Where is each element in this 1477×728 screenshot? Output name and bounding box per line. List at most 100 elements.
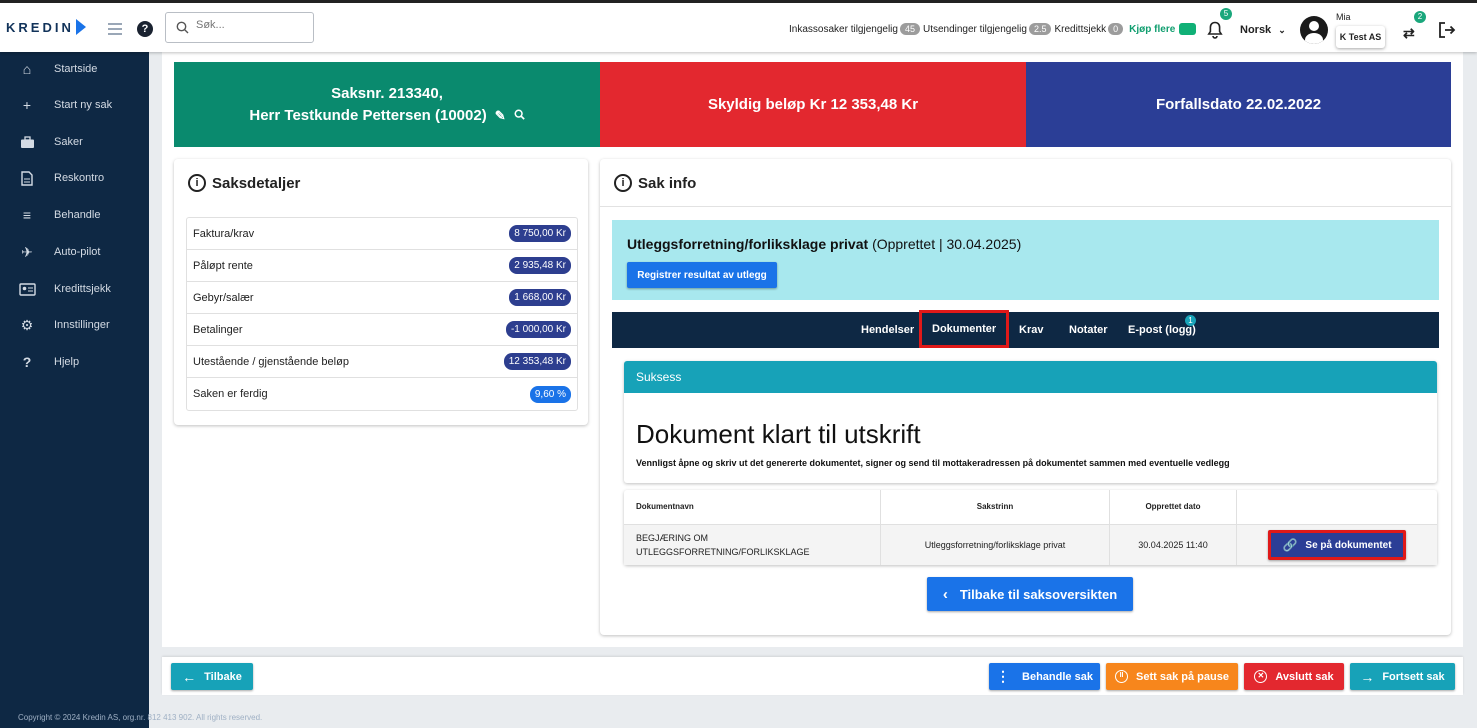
menu-toggle-icon[interactable] xyxy=(108,23,122,38)
success-title: Dokument klart til utskrift xyxy=(636,419,921,449)
back-label: Tilbake xyxy=(204,670,242,683)
sidebar-item-label: Kredittsjekk xyxy=(54,283,111,295)
back-to-overview-label: Tilbake til saksoversikten xyxy=(959,586,1118,602)
detail-row: Påløpt rente 2 935,48 Kr xyxy=(187,250,577,282)
back-button[interactable]: ← Tilbake xyxy=(171,663,253,690)
sidebar-item-settings[interactable]: ⚙ Innstillinger xyxy=(0,310,149,340)
notifications-bell-icon[interactable] xyxy=(1207,21,1223,42)
user-avatar-icon[interactable] xyxy=(1300,16,1328,44)
detail-value-pill: 1 668,00 Kr xyxy=(509,289,571,306)
sidebar-item-help[interactable]: ? Hjelp xyxy=(0,347,149,377)
logout-icon[interactable] xyxy=(1438,21,1456,42)
tab-notes[interactable]: Notater xyxy=(1069,312,1108,348)
case-info-title: i Sak info xyxy=(614,174,696,192)
continue-case-label: Fortsett sak xyxy=(1382,670,1445,683)
pause-case-label: Sett sak på pause xyxy=(1136,670,1229,683)
chevron-down-icon: ⌄ xyxy=(1278,25,1286,35)
id-card-icon xyxy=(0,282,54,296)
switch-account-icon[interactable]: ⇄ xyxy=(1403,25,1415,42)
tab-events[interactable]: Hendelser xyxy=(861,312,914,348)
detail-label: Påløpt rente xyxy=(193,259,253,272)
logo-arrow-icon xyxy=(75,19,86,35)
case-info-card: i Sak info Utleggsforretning/forlikskl­a… xyxy=(600,159,1451,635)
arrow-right-icon: → xyxy=(1360,668,1375,685)
case-info-heading: Sak info xyxy=(638,174,697,192)
sidebar-item-label: Behandle xyxy=(54,209,101,221)
language-select[interactable]: Norsk ⌄ xyxy=(1240,24,1286,36)
sidebar-item-credit-check[interactable]: Kredittsjekk xyxy=(0,274,149,304)
close-case-button[interactable]: ✕ Avslutt sak xyxy=(1244,663,1344,690)
column-header-created-date: Opprettet dato xyxy=(1110,490,1237,524)
continue-case-button[interactable]: → Fortsett sak xyxy=(1350,663,1455,690)
copyright-text: Copyright © 2024 Kredin AS, org.nr. 812 … xyxy=(18,713,263,722)
help-icon[interactable]: ? xyxy=(137,21,153,37)
gear-icon: ⚙ xyxy=(20,316,34,333)
register-result-button[interactable]: Registrer resultat av utlegg xyxy=(627,262,777,288)
buy-more-link[interactable]: Kjøp flere xyxy=(1129,24,1175,35)
detail-label: Gebyr/salær xyxy=(193,291,254,304)
detail-value-pill: -1 000,00 Kr xyxy=(505,321,571,338)
stat-label-collections: Inkassosaker tilgjengelig xyxy=(789,23,898,35)
tab-claims[interactable]: Krav xyxy=(1019,312,1043,348)
case-tabs: Hendelser Dokumenter Krav Notater E-post… xyxy=(612,310,1439,348)
detail-row: Faktura/krav 8 750,00 Kr xyxy=(187,218,577,250)
company-switch-button[interactable]: K Test AS xyxy=(1336,26,1385,48)
sidebar-item-label: Hjelp xyxy=(54,356,80,368)
kredin-logo[interactable]: KREDIN xyxy=(6,19,86,35)
more-vertical-icon: ⋮ xyxy=(996,668,1011,684)
logo-text: KREDIN xyxy=(6,19,74,35)
sidebar-item-process[interactable]: ≡ Behandle xyxy=(0,200,149,230)
sidebar-item-new-case[interactable]: + Start ny sak xyxy=(0,90,149,120)
email-log-badge: 1 xyxy=(1185,315,1196,326)
detail-row: Saken er ferdig 9,60 % xyxy=(187,378,577,410)
document-name-cell: BEGJÆRING OM UTLEGGSFORRETNING/FORLIKSKL… xyxy=(624,524,881,565)
sidebar-item-label: Start ny sak xyxy=(54,99,113,111)
sidebar-item-auto-pilot[interactable]: ✈ Auto-pilot xyxy=(0,237,149,267)
success-message: Vennligst åpne og skriv ut det genererte… xyxy=(636,458,1230,468)
back-to-overview-button[interactable]: ‹ Tilbake til saksoversikten xyxy=(927,577,1133,611)
detail-label: Saken er ferdig xyxy=(193,388,268,400)
sidebar-item-cases[interactable]: Saker xyxy=(0,127,149,157)
airplane-icon: ✈ xyxy=(21,243,33,260)
switch-count-badge: 2 xyxy=(1414,11,1426,23)
sidebar-item-label: Saker xyxy=(54,136,83,148)
cart-icon[interactable] xyxy=(1179,23,1197,35)
amount-banner: Skyldig beløp Kr 12 353,48 Kr xyxy=(600,62,1026,147)
pause-icon: II xyxy=(1115,670,1129,683)
sidebar-item-label: Innstillinger xyxy=(54,319,110,331)
detail-value-pill: 2 935,48 Kr xyxy=(509,257,571,274)
case-details-title: i Saksdetaljer xyxy=(188,174,300,192)
due-date-banner: Forfallsdato 22.02.2022 xyxy=(1026,62,1451,147)
document-icon xyxy=(0,170,54,186)
tab-documents[interactable]: Dokumenter xyxy=(919,310,1010,348)
stat-label-credit-check: Kredittsjekk xyxy=(1054,23,1107,35)
edit-icon[interactable]: ✎ xyxy=(495,105,506,127)
case-step-name: Utleggsforretning/forlikskl­age privat xyxy=(627,236,869,252)
question-icon: ? xyxy=(22,354,32,370)
notifications-count-badge: 5 xyxy=(1220,8,1232,20)
success-panel: Suksess Dokument klart til utskrift Venn… xyxy=(624,361,1437,483)
home-icon: ⌂ xyxy=(22,61,32,77)
debtor-name: Herr Testkunde Pettersen (10002) xyxy=(249,106,487,124)
sidebar-item-label: Auto-pilot xyxy=(54,246,101,258)
pause-case-button[interactable]: II Sett sak på pause xyxy=(1106,663,1238,690)
process-case-button[interactable]: ⋮ Behandle sak xyxy=(989,663,1100,690)
detail-label: Betalinger xyxy=(193,323,243,336)
search-input[interactable] xyxy=(196,19,306,31)
sidebar-item-ledger[interactable]: Reskontro xyxy=(0,163,149,193)
case-details-list: Faktura/krav 8 750,00 Kr Påløpt rente 2 93… xyxy=(186,217,578,411)
search-icon[interactable] xyxy=(514,105,525,127)
plus-icon: + xyxy=(22,97,32,113)
column-header-actions xyxy=(1237,490,1437,524)
documents-table: Dokumentnavn Sakstrinn Opprettet dato BE… xyxy=(624,490,1437,565)
sidebar-item-startside[interactable]: ⌂ Startside xyxy=(0,54,149,84)
view-document-button[interactable]: 🔗 Se på dokumentet xyxy=(1268,530,1406,560)
detail-label: Utestående / gjenstående beløp xyxy=(193,355,349,368)
sidebar: ⌂ Startside + Start ny sak Saker Reskontro… xyxy=(0,52,149,728)
case-number: Saksnr. 213340, xyxy=(331,84,443,102)
stat-badge-mailings: 2.5 xyxy=(1028,23,1052,35)
main-content: Saksnr. 213340, Herr Testkunde Pettersen… xyxy=(162,52,1463,647)
detail-label: Faktura/krav xyxy=(193,227,255,240)
search-box[interactable] xyxy=(165,12,314,43)
column-header-step: Sakstrinn xyxy=(881,490,1110,524)
